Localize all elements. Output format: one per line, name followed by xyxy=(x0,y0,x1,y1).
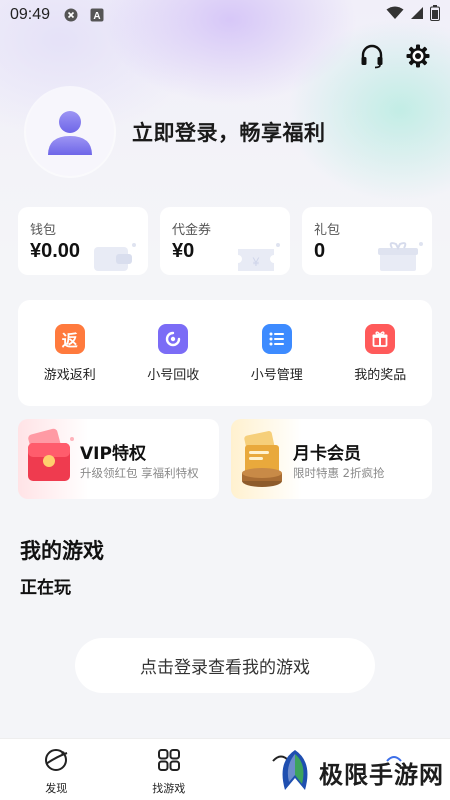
tab-find-games[interactable]: 找游戏 xyxy=(113,739,226,800)
playing-now-label: 正在玩 xyxy=(20,578,71,598)
watermark-text: 极限手游网 xyxy=(319,759,444,789)
service-label: 我的奖品 xyxy=(354,367,407,383)
tab-label: 找游戏 xyxy=(152,782,186,795)
monthly-card[interactable]: 月卡会员 限时特惠 2折疯抢 xyxy=(231,419,432,499)
list-icon xyxy=(261,323,292,354)
promo-row: VIP特权 升级领红包 享福利特权 月卡会员 限时特惠 2折疯抢 xyxy=(18,419,432,499)
service-prizes[interactable]: 我的奖品 xyxy=(335,323,425,383)
vip-card[interactable]: VIP特权 升级领红包 享福利特权 xyxy=(18,419,219,499)
service-label: 游戏返利 xyxy=(43,367,96,383)
service-label: 小号回收 xyxy=(147,367,200,383)
svg-text:A: A xyxy=(93,11,100,22)
gift-pack-label: 礼包 xyxy=(314,223,341,238)
voucher-label: 代金券 xyxy=(172,223,212,238)
service-rebate[interactable]: 返 游戏返利 xyxy=(25,323,115,383)
app-notification-icon: A xyxy=(90,8,104,22)
login-view-games-button[interactable]: 点击登录查看我的游戏 xyxy=(75,638,375,693)
blocked-icon xyxy=(64,8,78,22)
watermark-logo-icon xyxy=(275,748,315,796)
user-icon xyxy=(48,111,92,155)
gift-icon xyxy=(374,241,424,275)
membership-card-icon xyxy=(235,425,291,497)
vip-subtitle: 升级领红包 享福利特权 xyxy=(80,466,199,480)
wallet-icon xyxy=(90,241,140,275)
voucher-card[interactable]: 代金券 ¥0 ¥ xyxy=(160,207,290,275)
status-bar: 09:49 A xyxy=(0,0,450,30)
service-label: 小号管理 xyxy=(250,367,303,383)
profile-header[interactable]: 立即登录，畅享福利 xyxy=(26,88,326,176)
avatar[interactable] xyxy=(26,88,114,176)
grid-icon xyxy=(156,747,182,777)
login-prompt[interactable]: 立即登录，畅享福利 xyxy=(132,117,326,147)
gear-icon[interactable] xyxy=(404,42,432,70)
monthly-title: 月卡会员 xyxy=(293,444,361,464)
battery-icon xyxy=(430,5,440,25)
rebate-icon: 返 xyxy=(54,323,85,354)
prize-gift-icon xyxy=(365,323,396,354)
signal-icon xyxy=(410,6,424,24)
gift-pack-card[interactable]: 礼包 0 xyxy=(302,207,432,275)
my-games-title: 我的游戏 xyxy=(20,539,104,563)
tab-discover[interactable]: 发现 xyxy=(0,739,113,800)
headset-icon[interactable] xyxy=(358,42,386,70)
planet-icon xyxy=(43,747,69,777)
wifi-icon xyxy=(386,6,404,24)
svg-text:¥: ¥ xyxy=(252,255,260,269)
tab-label: 发现 xyxy=(45,782,68,795)
wallet-label: 钱包 xyxy=(30,223,57,238)
monthly-subtitle: 限时特惠 2折疯抢 xyxy=(293,466,385,480)
recycle-icon xyxy=(158,323,189,354)
wallet-row: 钱包 ¥0.00 代金券 ¥0 ¥ 礼包 0 xyxy=(18,207,432,275)
service-manage[interactable]: 小号管理 xyxy=(232,323,322,383)
voucher-icon: ¥ xyxy=(232,241,282,275)
services-panel: 返 游戏返利 小号回收 小号管理 我的奖品 xyxy=(18,300,432,406)
status-time: 09:49 xyxy=(10,6,51,23)
service-recycle[interactable]: 小号回收 xyxy=(128,323,218,383)
wallet-card[interactable]: 钱包 ¥0.00 xyxy=(18,207,148,275)
vip-title: VIP特权 xyxy=(80,444,146,464)
site-watermark: 极限手游网 xyxy=(275,748,444,796)
top-actions xyxy=(358,42,432,70)
red-envelope-icon xyxy=(22,425,78,497)
